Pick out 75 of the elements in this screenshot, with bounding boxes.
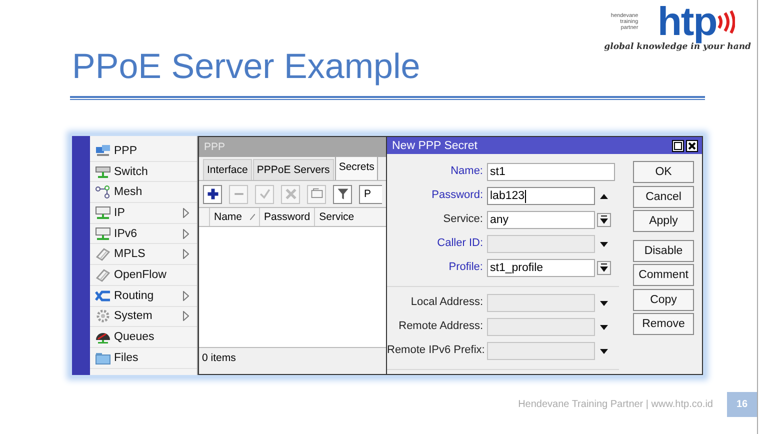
menu-item[interactable]: MPLS [90,244,197,266]
cross-icon [284,187,298,201]
input-field[interactable] [487,318,595,336]
maximize-icon[interactable] [672,140,684,152]
input-field[interactable]: lab123 [487,187,595,205]
dialog-button[interactable]: Disable [633,240,694,262]
field-label: Caller ID: [436,236,484,251]
input-field[interactable] [487,235,595,253]
footer-text: Hendevane Training Partner | www.htp.co.id [518,399,713,410]
monitor-icon [95,226,111,241]
monitor-icon [95,206,111,220]
dialog-button[interactable]: Apply [633,210,694,232]
input-field[interactable] [487,294,595,312]
field-label: Profile: [448,260,484,275]
tab[interactable]: Interface [203,159,252,180]
menu-item[interactable]: IPv6 [90,224,197,244]
dropdown-button[interactable] [597,261,611,275]
field-label: Service: [442,212,484,227]
dropdown-arrow-icon[interactable] [599,346,609,356]
input-field[interactable]: st1_profile [487,259,595,277]
network-icon [95,144,111,158]
close-icon[interactable] [686,140,698,152]
plus-icon [206,187,220,201]
toolbar-button[interactable] [333,184,352,204]
column-header[interactable]: Name [209,208,260,226]
signal-waves-icon [716,10,735,34]
window-title: PPP [199,137,386,157]
tab[interactable]: Secrets [334,156,378,180]
menu-item[interactable]: Switch [90,162,197,182]
menu-item[interactable]: Queues [90,327,197,348]
menu-item[interactable]: PPP [90,141,197,162]
page-number: 16 [727,392,757,417]
dialog-button[interactable]: Cancel [633,186,694,208]
field-label: Local Address: [410,295,484,310]
dialog-button[interactable]: Remove [633,313,694,335]
toolbar-button[interactable]: P [359,184,382,204]
dropdown-arrow-icon[interactable] [599,239,609,249]
menu-item[interactable]: IP [90,203,197,224]
dialog-button[interactable]: OK [633,161,694,183]
field-label: Remote Address: [398,319,484,334]
filter-icon [336,187,350,201]
logo-tagline: global knowledge in your hand [604,42,751,52]
tag-icon [95,247,111,262]
logo-brand: htp [657,2,717,42]
field-label: Password: [430,188,484,203]
mesh-icon [95,185,111,200]
menu-item[interactable]: Files [90,348,197,369]
column-header[interactable]: Password [259,208,314,226]
crossed-arrows-icon [95,288,111,303]
dropdown-arrow-icon[interactable] [599,322,609,332]
tab[interactable]: PPPoE Servers [252,159,334,180]
field-label: Remote IPv6 Prefix: [387,343,486,358]
tag-icon [95,268,111,282]
slide-title: PPoE Server Example [72,46,420,88]
note-icon [310,187,324,201]
menu-item[interactable]: Routing [90,286,197,306]
toolbar-button[interactable] [203,184,222,204]
input-field[interactable]: any [487,211,595,229]
input-field[interactable]: st1 [487,163,615,181]
menu-item[interactable]: OpenFlow [90,265,197,286]
menu-item[interactable]: Mesh [90,182,197,204]
dialog-title: New PPP Secret [392,140,478,152]
checkmark-icon [258,187,272,201]
gear-icon [95,309,111,324]
menu-item[interactable]: System [90,306,197,328]
dropdown-arrow-icon[interactable] [599,298,609,308]
dropdown-button[interactable] [597,213,611,227]
field-label: Name: [450,164,484,179]
column-header[interactable]: Service [314,208,358,226]
switch-icon [95,164,111,179]
input-field[interactable] [487,342,595,360]
dialog-button[interactable]: Copy [633,288,694,310]
gauge-icon [95,330,111,344]
folder-icon [95,350,111,365]
dialog-button[interactable]: Comment [633,264,694,286]
